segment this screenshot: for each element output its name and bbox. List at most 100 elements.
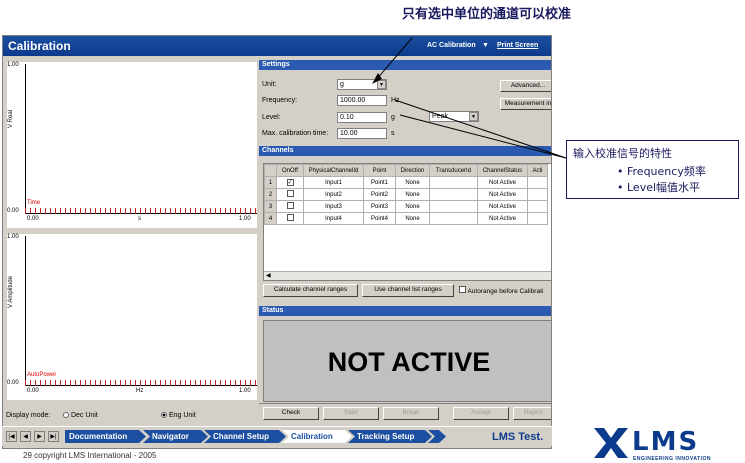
cell-transducer[interactable] <box>429 176 478 189</box>
radio-icon[interactable] <box>63 412 69 419</box>
cell-channel-id[interactable]: Input4 <box>303 212 364 225</box>
max-time-input[interactable]: 10.00 <box>337 128 387 139</box>
step-documentation[interactable]: Documentation <box>65 430 146 443</box>
column-header[interactable]: PhysicalChannelId <box>303 164 364 177</box>
cell-action[interactable] <box>527 200 548 213</box>
radio-dec-unit[interactable]: Dec Unit <box>63 412 98 419</box>
cell-point[interactable]: Point1 <box>363 176 396 189</box>
channel-table[interactable]: OnOff PhysicalChannelId Point Direction … <box>263 163 551 281</box>
chevron-down-icon[interactable]: ▼ <box>377 80 386 89</box>
channel-onoff-checkbox[interactable]: ✓ <box>286 179 294 186</box>
chevron-down-icon[interactable]: ▼ <box>482 42 489 49</box>
chevron-down-icon[interactable]: ▼ <box>469 112 478 121</box>
frequency-label: Frequency: <box>262 97 298 104</box>
advanced-button[interactable]: Advanced... <box>500 80 551 92</box>
autopower-plot[interactable]: 1.00 0.00 0.00 Hz 1.00 V Amplitude AutoP… <box>7 234 257 400</box>
column-header[interactable]: OnOff <box>276 164 304 177</box>
unit-label: Unit: <box>262 81 277 88</box>
cell-status: Not Active <box>477 200 528 213</box>
table-row[interactable]: 1 ✓ Input1 Point1 None Not Active <box>264 176 548 189</box>
x-tick-start: 0.00 <box>27 388 39 394</box>
column-header[interactable]: ChannelStatus <box>477 164 528 177</box>
table-row[interactable]: 3 Input3 Point3 None Not Active <box>264 200 548 213</box>
max-time-label: Max. calibration time: <box>262 130 329 137</box>
annotation-bullet: • Frequency频率 <box>617 165 706 178</box>
print-screen-link[interactable]: Print Screen <box>497 42 538 49</box>
prev-step-icon[interactable]: ◀ <box>20 431 31 442</box>
trace-label: AutoPower <box>27 372 57 378</box>
table-row[interactable]: 2 Input2 Point2 None Not Active <box>264 188 548 201</box>
channel-onoff-checkbox[interactable] <box>286 202 294 209</box>
cell-direction[interactable]: None <box>395 212 430 225</box>
scroll-left-icon[interactable]: ◀ <box>266 272 271 279</box>
first-step-icon[interactable]: |◀ <box>6 431 17 442</box>
level-input[interactable]: 0.10 <box>337 112 387 123</box>
cell-transducer[interactable] <box>429 200 478 213</box>
cell-direction[interactable]: None <box>395 200 430 213</box>
step-tracking-setup[interactable]: Tracking Setup <box>348 430 432 443</box>
workflow-bar: |◀ ◀ ▶ ▶| Documentation Navigator Channe… <box>2 426 552 446</box>
y-tick-max: 1.00 <box>7 62 19 68</box>
column-header[interactable]: Acti <box>527 164 548 177</box>
cell-action[interactable] <box>527 176 548 189</box>
annotation-box: 输入校准信号的特性 • Frequency频率 • Level幅值水平 <box>566 140 739 199</box>
frequency-input[interactable]: 1000.00 <box>337 95 387 106</box>
cell-point[interactable]: Point4 <box>363 212 396 225</box>
cell-status: Not Active <box>477 212 528 225</box>
channel-onoff-checkbox[interactable] <box>286 190 294 197</box>
annotation-bullet: • Level幅值水平 <box>617 181 701 194</box>
column-header[interactable]: Direction <box>395 164 430 177</box>
next-step-icon[interactable]: ▶ <box>34 431 45 442</box>
cell-transducer[interactable] <box>429 188 478 201</box>
last-step-icon[interactable]: ▶| <box>48 431 59 442</box>
row-number: 3 <box>264 200 277 213</box>
step-calibration[interactable]: Calibration <box>282 430 352 443</box>
start-button[interactable]: Start <box>323 407 379 420</box>
step-navigator[interactable]: Navigator <box>143 430 208 443</box>
cell-action[interactable] <box>527 188 548 201</box>
cell-point[interactable]: Point2 <box>363 188 396 201</box>
autorange-checkbox[interactable] <box>459 286 466 293</box>
logo-name: LMS <box>632 427 700 457</box>
table-row[interactable]: 4 Input4 Point4 None Not Active <box>264 212 548 225</box>
brand-text: LMS Test. <box>492 431 544 443</box>
cell-channel-id[interactable]: Input3 <box>303 200 364 213</box>
lms-logo-icon <box>594 428 628 458</box>
calculate-ranges-button[interactable]: Calculate channel ranges <box>263 284 358 297</box>
measurement-button[interactable]: Measurement in <box>500 98 551 110</box>
reject-button[interactable]: Reject <box>513 407 551 420</box>
autorange-option[interactable]: Autorange before Calibrati <box>459 286 543 295</box>
radio-eng-unit[interactable]: Eng Unit <box>161 412 196 419</box>
cell-direction[interactable]: None <box>395 176 430 189</box>
row-number: 1 <box>264 176 277 189</box>
channels-header: Channels <box>259 146 551 156</box>
check-button[interactable]: Check <box>263 407 319 420</box>
cell-direction[interactable]: None <box>395 188 430 201</box>
x-axis-unit: s <box>138 216 141 222</box>
column-header <box>264 164 277 177</box>
level-unit: g <box>391 114 395 121</box>
accept-button[interactable]: Accept <box>453 407 509 420</box>
break-button[interactable]: Break <box>383 407 439 420</box>
column-header[interactable]: TransducerId <box>429 164 478 177</box>
calibration-window: Calibration AC Calibration ▼ Print Scree… <box>2 35 552 449</box>
horizontal-scrollbar[interactable]: ◀ <box>264 271 551 280</box>
channel-onoff-checkbox[interactable] <box>286 214 294 221</box>
trace-ticks <box>25 208 257 214</box>
radio-selected-icon[interactable] <box>161 412 167 419</box>
calibration-mode-select[interactable]: AC Calibration <box>427 42 476 49</box>
cell-point[interactable]: Point3 <box>363 200 396 213</box>
use-ranges-button[interactable]: Use channel list ranges <box>362 284 454 297</box>
plot-frame <box>25 64 257 214</box>
x-tick-end: 1.00 <box>239 388 251 394</box>
column-header[interactable]: Point <box>363 164 396 177</box>
cell-channel-id[interactable]: Input1 <box>303 176 364 189</box>
time-plot[interactable]: 1.00 0.00 0.00 s 1.00 V Real Time <box>7 62 257 228</box>
window-title: Calibration <box>8 39 71 53</box>
step-channel-setup[interactable]: Channel Setup <box>204 430 286 443</box>
cell-channel-id[interactable]: Input2 <box>303 188 364 201</box>
action-divider <box>259 403 551 404</box>
cell-action[interactable] <box>527 212 548 225</box>
cell-transducer[interactable] <box>429 212 478 225</box>
trace-label: Time <box>27 200 41 206</box>
